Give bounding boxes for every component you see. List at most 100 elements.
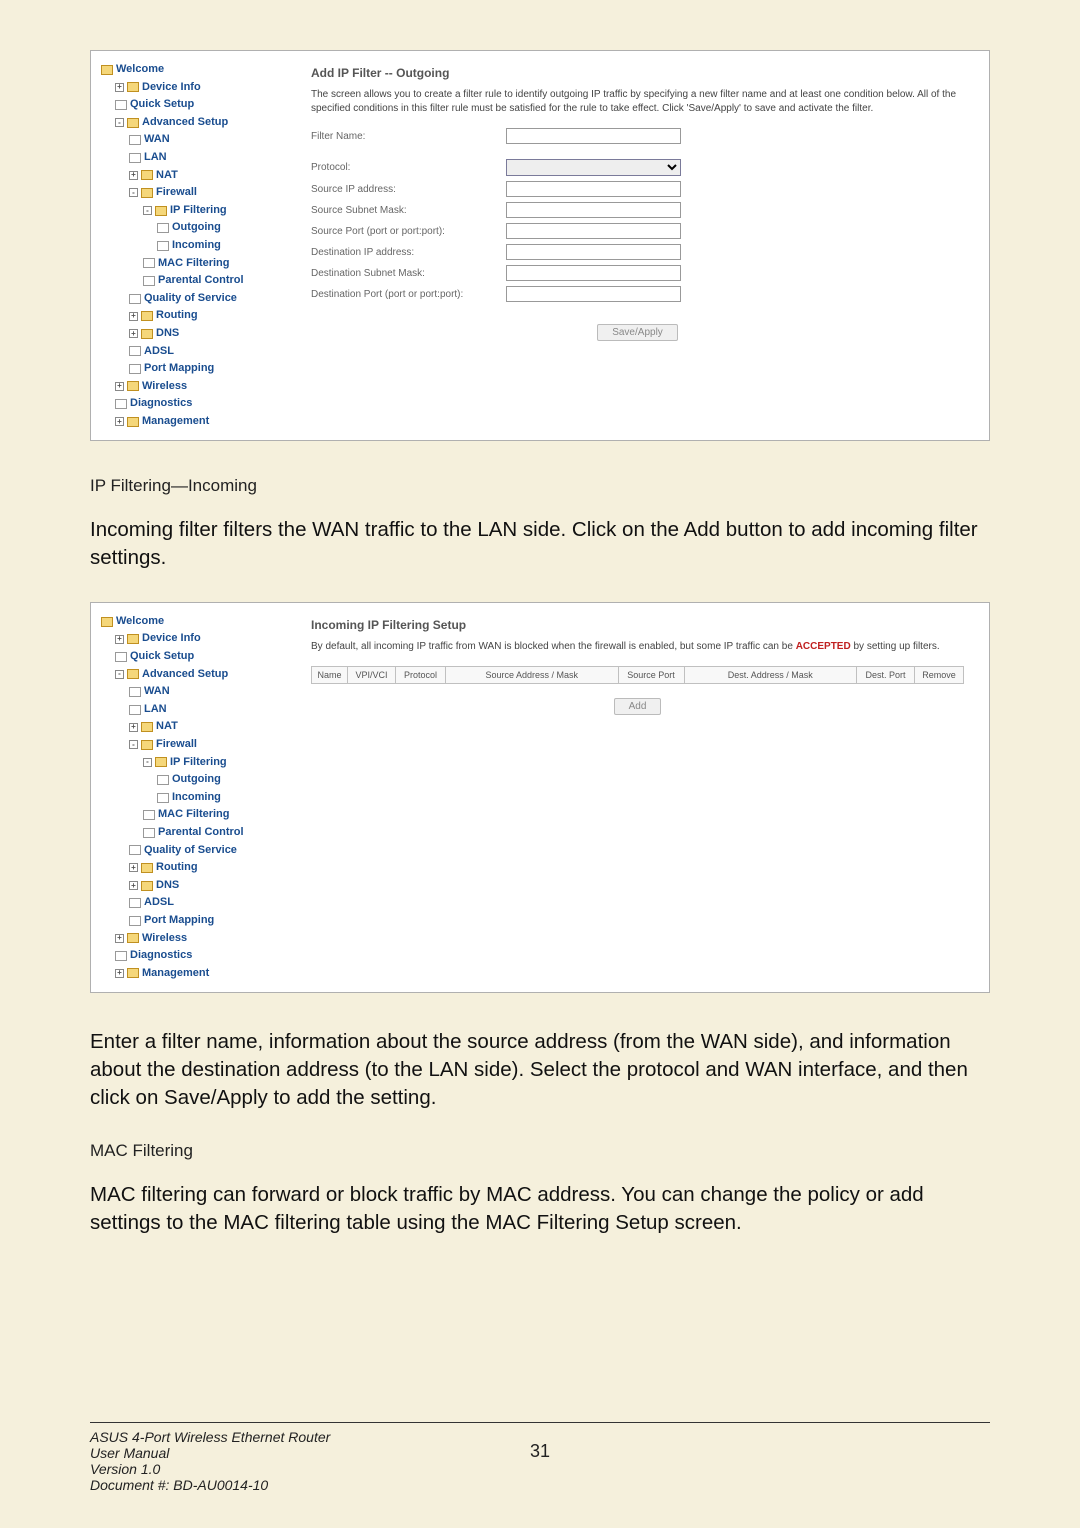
- input-src-mask[interactable]: [506, 202, 681, 218]
- file-icon: [129, 705, 141, 715]
- col-vpi-vci: VPI/VCI: [348, 667, 396, 683]
- tree-firewall: Firewall: [156, 736, 197, 754]
- tree-outgoing: Outgoing: [172, 771, 221, 789]
- file-icon: [157, 223, 169, 233]
- tree-management: Management: [142, 965, 209, 983]
- folder-icon: [141, 329, 153, 339]
- input-dst-port[interactable]: [506, 286, 681, 302]
- tree-device-info: Device Info: [142, 79, 201, 97]
- input-src-port[interactable]: [506, 223, 681, 239]
- page-number: 31: [530, 1441, 550, 1462]
- tree-ip-filtering: IP Filtering: [170, 754, 227, 772]
- save-apply-button[interactable]: Save/Apply: [597, 324, 678, 341]
- input-filter-name[interactable]: [506, 128, 681, 144]
- folder-icon: [141, 740, 153, 750]
- nav-tree: Welcome +Device Info Quick Setup -Advanc…: [101, 613, 281, 982]
- heading-ip-filtering-incoming: IP Filtering—Incoming: [90, 476, 990, 496]
- label-dst-ip: Destination IP address:: [311, 247, 506, 258]
- tree-mac-filtering: MAC Filtering: [158, 806, 230, 824]
- collapse-icon: -: [129, 740, 138, 749]
- select-protocol[interactable]: [506, 159, 681, 176]
- tree-advanced-setup: Advanced Setup: [142, 114, 228, 132]
- file-icon: [115, 399, 127, 409]
- screenshot-add-ip-filter: Welcome +Device Info Quick Setup -Advanc…: [90, 50, 990, 441]
- desc-accepted: ACCEPTED: [796, 641, 851, 652]
- folder-icon: [155, 757, 167, 767]
- folder-icon: [127, 634, 139, 644]
- filter-table-header: Name VPI/VCI Protocol Source Address / M…: [311, 666, 964, 684]
- file-icon: [115, 100, 127, 110]
- file-icon: [115, 652, 127, 662]
- tree-ip-filtering: IP Filtering: [170, 202, 227, 220]
- tree-port-mapping: Port Mapping: [144, 912, 214, 930]
- tree-lan: LAN: [144, 701, 167, 719]
- label-src-mask: Source Subnet Mask:: [311, 205, 506, 216]
- desc-pre: By default, all incoming IP traffic from…: [311, 641, 796, 652]
- expand-icon: +: [115, 969, 124, 978]
- tree-incoming: Incoming: [172, 789, 221, 807]
- file-icon: [129, 845, 141, 855]
- add-button[interactable]: Add: [614, 698, 662, 715]
- tree-wireless: Wireless: [142, 378, 187, 396]
- folder-icon: [127, 968, 139, 978]
- tree-quick-setup: Quick Setup: [130, 96, 194, 114]
- file-icon: [129, 364, 141, 374]
- expand-icon: +: [129, 171, 138, 180]
- file-icon: [143, 828, 155, 838]
- page-footer: ASUS 4-Port Wireless Ethernet Router Use…: [90, 1422, 990, 1493]
- tree-nat: NAT: [156, 167, 178, 185]
- file-icon: [115, 951, 127, 961]
- folder-icon: [155, 206, 167, 216]
- folder-icon: [141, 722, 153, 732]
- tree-routing: Routing: [156, 307, 198, 325]
- tree-wan: WAN: [144, 683, 170, 701]
- file-icon: [157, 793, 169, 803]
- tree-nat: NAT: [156, 718, 178, 736]
- expand-icon: +: [115, 635, 124, 644]
- label-protocol: Protocol:: [311, 162, 506, 173]
- label-filter-name: Filter Name:: [311, 131, 506, 142]
- folder-icon: [101, 65, 113, 75]
- panel-description: The screen allows you to create a filter…: [311, 88, 964, 116]
- folder-icon: [141, 863, 153, 873]
- tree-diagnostics: Diagnostics: [130, 947, 192, 965]
- label-src-port: Source Port (port or port:port):: [311, 226, 506, 237]
- col-remove: Remove: [915, 667, 963, 683]
- input-dst-mask[interactable]: [506, 265, 681, 281]
- tree-welcome: Welcome: [116, 613, 164, 631]
- tree-firewall: Firewall: [156, 184, 197, 202]
- expand-icon: +: [115, 417, 124, 426]
- input-src-ip[interactable]: [506, 181, 681, 197]
- panel-title: Incoming IP Filtering Setup: [311, 618, 964, 632]
- folder-icon: [127, 118, 139, 128]
- tree-incoming: Incoming: [172, 237, 221, 255]
- paragraph-incoming-desc: Incoming filter filters the WAN traffic …: [90, 516, 990, 571]
- expand-icon: +: [115, 934, 124, 943]
- tree-management: Management: [142, 413, 209, 431]
- col-protocol: Protocol: [396, 667, 446, 683]
- collapse-icon: -: [143, 758, 152, 767]
- tree-dns: DNS: [156, 877, 179, 895]
- tree-routing: Routing: [156, 859, 198, 877]
- tree-outgoing: Outgoing: [172, 219, 221, 237]
- tree-welcome: Welcome: [116, 61, 164, 79]
- tree-wan: WAN: [144, 131, 170, 149]
- tree-advanced-setup: Advanced Setup: [142, 666, 228, 684]
- tree-dns: DNS: [156, 325, 179, 343]
- desc-post: by setting up filters.: [851, 641, 940, 652]
- folder-icon: [141, 170, 153, 180]
- expand-icon: +: [115, 382, 124, 391]
- folder-icon: [141, 188, 153, 198]
- panel-description: By default, all incoming IP traffic from…: [311, 640, 964, 654]
- footer-docnum: Document #: BD-AU0014-10: [90, 1477, 990, 1493]
- file-icon: [143, 258, 155, 268]
- expand-icon: +: [129, 881, 138, 890]
- tree-port-mapping: Port Mapping: [144, 360, 214, 378]
- folder-icon: [141, 881, 153, 891]
- collapse-icon: -: [115, 670, 124, 679]
- tree-adsl: ADSL: [144, 343, 174, 361]
- input-dst-ip[interactable]: [506, 244, 681, 260]
- nav-tree: Welcome +Device Info Quick Setup -Advanc…: [101, 61, 281, 430]
- file-icon: [157, 241, 169, 251]
- tree-parental: Parental Control: [158, 272, 244, 290]
